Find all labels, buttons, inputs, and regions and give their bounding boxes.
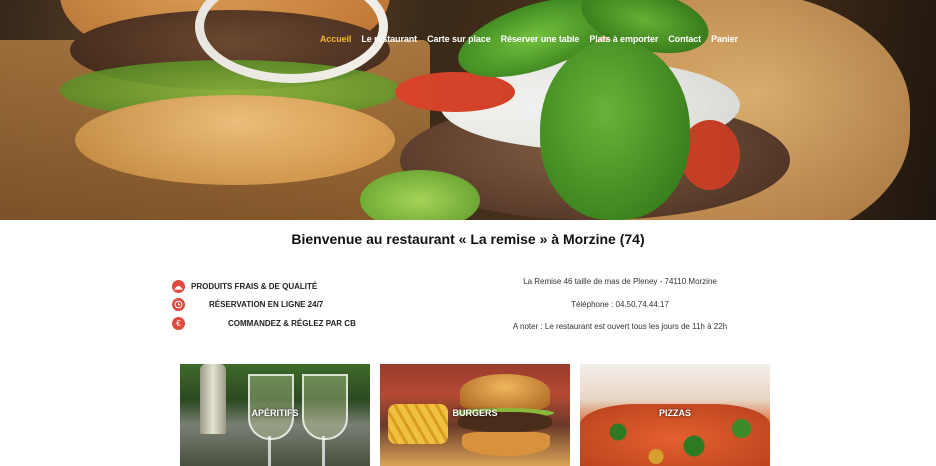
nav-item-carte-sur-place[interactable]: Carte sur place: [427, 34, 491, 48]
feature-fresh-products: PRODUITS FRAIS & DE QUALITÉ: [172, 279, 317, 293]
feature-label: COMMANDEZ & RÉGLEZ PAR CB: [228, 318, 356, 328]
feature-label: RÉSERVATION EN LIGNE 24/7: [209, 299, 324, 309]
nav-item-contact[interactable]: Contact: [668, 34, 701, 48]
opening-hours-text: A noter : Le restaurant est ouvert tous …: [512, 322, 728, 331]
category-card-aperitifs[interactable]: APÉRITIFS: [180, 364, 370, 466]
category-label: BURGERS: [452, 408, 498, 418]
page-title: Bienvenue au restaurant « La remise » à …: [291, 231, 645, 247]
phone-text: Téléphone : 04.50.74.44.17: [571, 300, 669, 309]
nav-item-accueil[interactable]: Accueil: [320, 34, 351, 48]
nav-item-panier[interactable]: Panier: [711, 34, 738, 48]
nav-item-le-restaurant[interactable]: Le restaurant: [361, 34, 417, 48]
category-card-pizzas[interactable]: PIZZAS: [580, 364, 770, 466]
main-nav: Accueil Le restaurant Carte sur place Ré…: [320, 34, 748, 48]
address-text: La Remise 46 taille de mas de Pleney - 7…: [523, 277, 717, 286]
nav-item-reserver-une-table[interactable]: Réserver une table: [501, 34, 580, 48]
feature-online-booking: RÉSERVATION EN LIGNE 24/7: [172, 297, 323, 311]
nav-item-plats-a-emporter[interactable]: Plats à emporter: [589, 34, 658, 48]
euro-icon: €: [172, 316, 185, 330]
category-label: APÉRITIFS: [251, 408, 299, 418]
category-card-burgers[interactable]: BURGERS: [380, 364, 570, 466]
feature-card-payment: € COMMANDEZ & RÉGLEZ PAR CB: [172, 316, 356, 330]
dish-icon: [172, 279, 185, 293]
category-label: PIZZAS: [658, 408, 691, 418]
feature-label: PRODUITS FRAIS & DE QUALITÉ: [191, 281, 318, 291]
clock-icon: [172, 297, 185, 311]
hero-banner: Accueil Le restaurant Carte sur place Ré…: [0, 0, 936, 220]
